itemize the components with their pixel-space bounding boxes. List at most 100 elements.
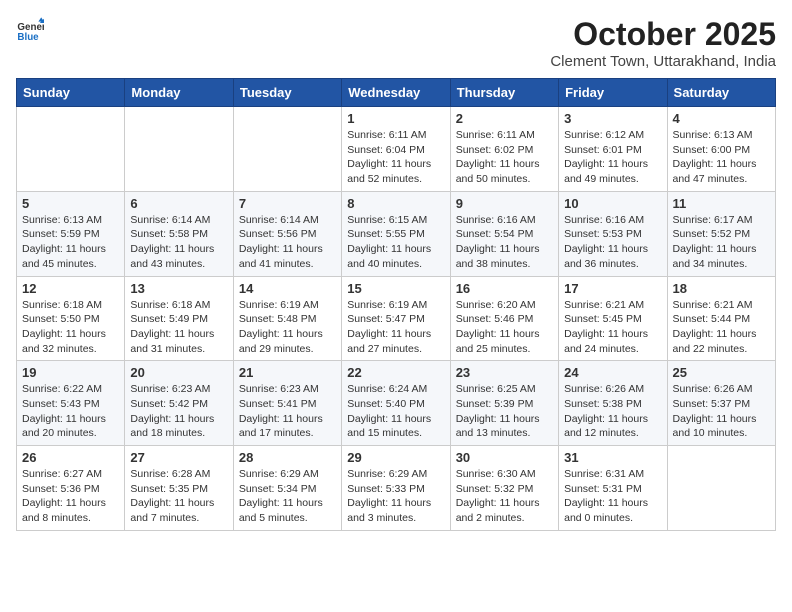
location-title: Clement Town, Uttarakhand, India xyxy=(550,53,776,70)
day-number: 8 xyxy=(347,196,444,211)
weekday-header-saturday: Saturday xyxy=(667,79,775,107)
weekday-header-wednesday: Wednesday xyxy=(342,79,450,107)
day-number: 20 xyxy=(130,365,227,380)
day-info: Sunrise: 6:21 AM Sunset: 5:44 PM Dayligh… xyxy=(673,298,770,357)
weekday-header-monday: Monday xyxy=(125,79,233,107)
day-info: Sunrise: 6:31 AM Sunset: 5:31 PM Dayligh… xyxy=(564,467,661,526)
calendar-cell: 18 Sunrise: 6:21 AM Sunset: 5:44 PM Dayli… xyxy=(667,276,775,361)
day-number: 25 xyxy=(673,365,770,380)
calendar-cell: 6Sunrise: 6:14 AM Sunset: 5:58 PM Daylig… xyxy=(125,191,233,276)
day-number: 7 xyxy=(239,196,336,211)
calendar-cell: 26Sunrise: 6:27 AM Sunset: 5:36 PM Dayli… xyxy=(17,446,125,531)
calendar-cell: 8 Sunrise: 6:15 AM Sunset: 5:55 PM Daylig… xyxy=(342,191,450,276)
day-info: Sunrise: 6:11 AM Sunset: 6:04 PM Dayligh… xyxy=(347,128,444,187)
day-info: Sunrise: 6:26 AM Sunset: 5:38 PM Dayligh… xyxy=(564,382,661,441)
day-info: Sunrise: 6:24 AM Sunset: 5:40 PM Dayligh… xyxy=(347,382,444,441)
weekday-header-tuesday: Tuesday xyxy=(233,79,341,107)
day-info: Sunrise: 6:26 AM Sunset: 5:37 PM Dayligh… xyxy=(673,382,770,441)
day-number: 31 xyxy=(564,450,661,465)
day-number: 11 xyxy=(673,196,770,211)
day-number: 1 xyxy=(347,111,444,126)
day-info: Sunrise: 6:16 AM Sunset: 5:53 PM Dayligh… xyxy=(564,213,661,272)
day-number: 30 xyxy=(456,450,553,465)
day-number: 10 xyxy=(564,196,661,211)
calendar-cell: 21 Sunrise: 6:23 AM Sunset: 5:41 PM Dayli… xyxy=(233,361,341,446)
day-number: 28 xyxy=(239,450,336,465)
day-number: 9 xyxy=(456,196,553,211)
calendar-cell: 12 Sunrise: 6:18 AM Sunset: 5:50 PM Dayli… xyxy=(17,276,125,361)
calendar-week-4: 19 Sunrise: 6:22 AM Sunset: 5:43 PM Dayli… xyxy=(17,361,776,446)
calendar-cell: 17Sunrise: 6:21 AM Sunset: 5:45 PM Dayli… xyxy=(559,276,667,361)
calendar-cell xyxy=(17,107,125,192)
day-number: 16 xyxy=(456,281,553,296)
day-info: Sunrise: 6:16 AM Sunset: 5:54 PM Dayligh… xyxy=(456,213,553,272)
day-info: Sunrise: 6:13 AM Sunset: 6:00 PM Dayligh… xyxy=(673,128,770,187)
calendar-cell: 2 Sunrise: 6:11 AM Sunset: 6:02 PM Daylig… xyxy=(450,107,558,192)
day-number: 2 xyxy=(456,111,553,126)
calendar-week-5: 26Sunrise: 6:27 AM Sunset: 5:36 PM Dayli… xyxy=(17,446,776,531)
calendar-cell: 25 Sunrise: 6:26 AM Sunset: 5:37 PM Dayli… xyxy=(667,361,775,446)
day-info: Sunrise: 6:19 AM Sunset: 5:47 PM Dayligh… xyxy=(347,298,444,357)
svg-text:Blue: Blue xyxy=(17,32,39,43)
day-number: 23 xyxy=(456,365,553,380)
calendar-cell: 16 Sunrise: 6:20 AM Sunset: 5:46 PM Dayli… xyxy=(450,276,558,361)
day-info: Sunrise: 6:13 AM Sunset: 5:59 PM Dayligh… xyxy=(22,213,119,272)
calendar-cell: 22 Sunrise: 6:24 AM Sunset: 5:40 PM Dayli… xyxy=(342,361,450,446)
day-number: 4 xyxy=(673,111,770,126)
calendar-cell: 28 Sunrise: 6:29 AM Sunset: 5:34 PM Dayli… xyxy=(233,446,341,531)
day-number: 18 xyxy=(673,281,770,296)
calendar-cell: 19 Sunrise: 6:22 AM Sunset: 5:43 PM Dayli… xyxy=(17,361,125,446)
day-number: 24 xyxy=(564,365,661,380)
day-info: Sunrise: 6:27 AM Sunset: 5:36 PM Dayligh… xyxy=(22,467,119,526)
day-info: Sunrise: 6:29 AM Sunset: 5:33 PM Dayligh… xyxy=(347,467,444,526)
calendar-cell: 23Sunrise: 6:25 AM Sunset: 5:39 PM Dayli… xyxy=(450,361,558,446)
day-info: Sunrise: 6:20 AM Sunset: 5:46 PM Dayligh… xyxy=(456,298,553,357)
weekday-header-sunday: Sunday xyxy=(17,79,125,107)
weekday-header-friday: Friday xyxy=(559,79,667,107)
day-number: 12 xyxy=(22,281,119,296)
calendar-cell: 11 Sunrise: 6:17 AM Sunset: 5:52 PM Dayli… xyxy=(667,191,775,276)
day-info: Sunrise: 6:12 AM Sunset: 6:01 PM Dayligh… xyxy=(564,128,661,187)
weekday-header-row: SundayMondayTuesdayWednesdayThursdayFrid… xyxy=(17,79,776,107)
calendar-cell: 7 Sunrise: 6:14 AM Sunset: 5:56 PM Daylig… xyxy=(233,191,341,276)
calendar-cell: 29 Sunrise: 6:29 AM Sunset: 5:33 PM Dayli… xyxy=(342,446,450,531)
weekday-header-thursday: Thursday xyxy=(450,79,558,107)
logo-icon: General Blue xyxy=(16,16,44,44)
page-header: General Blue October 2025 Clement Town, … xyxy=(16,16,776,70)
day-info: Sunrise: 6:28 AM Sunset: 5:35 PM Dayligh… xyxy=(130,467,227,526)
day-info: Sunrise: 6:15 AM Sunset: 5:55 PM Dayligh… xyxy=(347,213,444,272)
month-title: October 2025 xyxy=(550,16,776,53)
day-number: 3 xyxy=(564,111,661,126)
day-info: Sunrise: 6:21 AM Sunset: 5:45 PM Dayligh… xyxy=(564,298,661,357)
day-info: Sunrise: 6:17 AM Sunset: 5:52 PM Dayligh… xyxy=(673,213,770,272)
day-info: Sunrise: 6:14 AM Sunset: 5:56 PM Dayligh… xyxy=(239,213,336,272)
calendar-cell: 15 Sunrise: 6:19 AM Sunset: 5:47 PM Dayli… xyxy=(342,276,450,361)
day-number: 19 xyxy=(22,365,119,380)
calendar-cell: 1 Sunrise: 6:11 AM Sunset: 6:04 PM Daylig… xyxy=(342,107,450,192)
day-info: Sunrise: 6:23 AM Sunset: 5:41 PM Dayligh… xyxy=(239,382,336,441)
day-info: Sunrise: 6:18 AM Sunset: 5:50 PM Dayligh… xyxy=(22,298,119,357)
calendar-cell: 9 Sunrise: 6:16 AM Sunset: 5:54 PM Daylig… xyxy=(450,191,558,276)
day-number: 13 xyxy=(130,281,227,296)
calendar-week-3: 12 Sunrise: 6:18 AM Sunset: 5:50 PM Dayli… xyxy=(17,276,776,361)
calendar-cell: 3 Sunrise: 6:12 AM Sunset: 6:01 PM Daylig… xyxy=(559,107,667,192)
day-info: Sunrise: 6:22 AM Sunset: 5:43 PM Dayligh… xyxy=(22,382,119,441)
calendar-week-2: 5Sunrise: 6:13 AM Sunset: 5:59 PM Daylig… xyxy=(17,191,776,276)
day-number: 6 xyxy=(130,196,227,211)
calendar-week-1: 1 Sunrise: 6:11 AM Sunset: 6:04 PM Daylig… xyxy=(17,107,776,192)
calendar-cell: 10 Sunrise: 6:16 AM Sunset: 5:53 PM Dayli… xyxy=(559,191,667,276)
day-number: 15 xyxy=(347,281,444,296)
day-number: 29 xyxy=(347,450,444,465)
day-info: Sunrise: 6:11 AM Sunset: 6:02 PM Dayligh… xyxy=(456,128,553,187)
calendar-cell xyxy=(667,446,775,531)
logo: General Blue xyxy=(16,16,44,44)
calendar-cell: 27Sunrise: 6:28 AM Sunset: 5:35 PM Dayli… xyxy=(125,446,233,531)
day-number: 21 xyxy=(239,365,336,380)
calendar-cell: 31 Sunrise: 6:31 AM Sunset: 5:31 PM Dayli… xyxy=(559,446,667,531)
day-number: 22 xyxy=(347,365,444,380)
calendar-cell: 30Sunrise: 6:30 AM Sunset: 5:32 PM Dayli… xyxy=(450,446,558,531)
calendar-cell xyxy=(233,107,341,192)
calendar-cell: 5Sunrise: 6:13 AM Sunset: 5:59 PM Daylig… xyxy=(17,191,125,276)
day-info: Sunrise: 6:29 AM Sunset: 5:34 PM Dayligh… xyxy=(239,467,336,526)
calendar-cell: 14Sunrise: 6:19 AM Sunset: 5:48 PM Dayli… xyxy=(233,276,341,361)
